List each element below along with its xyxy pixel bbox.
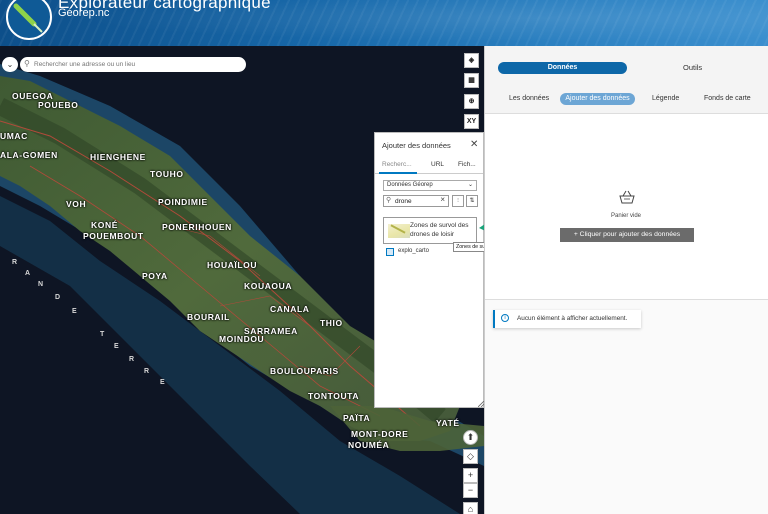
place-label: YATÉ [436,418,460,428]
add-data-content: Panier vide + Cliquer pour ajouter des d… [485,114,768,300]
zoom-out-button[interactable]: − [463,483,478,498]
add-data-tabs: Recherc... URL Fich... [375,159,483,174]
place-label: POUEBO [38,100,79,110]
place-label: CANALA [270,304,310,314]
home-icon[interactable]: ⌂ [463,502,478,514]
address-search-input[interactable] [34,58,239,71]
map-search: ⌄ ⚲ [2,57,246,72]
tab-ajouter-des-donnees[interactable]: Ajouter des données [560,93,635,105]
grande-terre-letter: R [144,368,150,375]
source-select[interactable]: Données Géorep ⌄ [383,180,477,191]
place-label: UMAC [0,131,28,141]
add-circle-icon[interactable]: ⊕ [464,94,479,109]
add-data-button[interactable]: + Cliquer pour ajouter des données [560,228,694,242]
panel-sub-tabs: Les données Ajouter des données Légende … [485,88,768,114]
result-thumbnail [388,224,410,238]
side-panel: Données Outils Les données Ajouter des d… [484,46,768,514]
search-icon: ⚲ [386,197,392,204]
result-item[interactable]: Zones de survol des drones de loisir [383,217,477,244]
place-label: ALA-GOMEN [0,150,58,160]
place-label: TONTOUTA [308,391,360,401]
compass-icon[interactable]: ⬆ [463,430,478,445]
result-name: Zones de survol des drones de loisir [410,222,469,238]
empty-notice: i Aucun élément à afficher actuellement. [493,310,641,328]
data-search-input[interactable] [395,197,435,206]
place-label: POUEMBOUT [83,231,144,241]
grande-terre-letter: E [72,308,77,315]
chevron-down-icon[interactable]: ⌄ [2,57,18,72]
tab-donnees[interactable]: Données [498,62,627,74]
logo-pen-icon [13,3,43,33]
basket-label: Panier vide [611,213,642,219]
empty-notice-text: Aucun élément à afficher actuellement. [517,315,628,322]
zoom-in-button[interactable]: + [463,468,478,483]
place-label: PONERIHOUEN [162,222,232,232]
active-tab-indicator [379,172,417,174]
tab-les-donnees[interactable]: Les données [509,95,549,102]
place-label: POINDIMIE [158,197,208,207]
map-item-icon [386,248,394,256]
tab-fonds-de-carte[interactable]: Fonds de carte [704,95,751,102]
place-label: BOULOUPARIS [270,366,339,376]
source-select-value: Données Géorep [387,182,433,188]
search-box: ⚲ [20,57,246,72]
app-subtitle: Géorep.nc [58,7,110,19]
panel-top-tabs: Données Outils [485,46,768,88]
place-label: POYA [142,271,168,281]
place-label: NOUMÉA [348,440,390,450]
grande-terre-letter: R [129,356,135,363]
place-label: THIO [320,318,343,328]
layer-list: i Aucun élément à afficher actuellement. [485,300,768,514]
add-data-title: Ajouter des données [382,141,451,150]
tab-recherche[interactable]: Recherc... [382,161,412,168]
place-label: HOUAÏLOU [207,260,258,270]
grande-terre-letter: D [55,294,61,301]
basket-icon [619,190,635,204]
search-icon: ⚲ [24,59,30,68]
place-label: MONT-DORE [351,429,409,439]
place-label: BOURAIL [187,312,230,322]
locate-icon[interactable]: ◇ [463,449,478,464]
xy-button[interactable]: XY [464,114,479,129]
clear-search-icon[interactable]: × [440,195,445,204]
tab-outils[interactable]: Outils [683,63,702,72]
grande-terre-letter: N [38,281,44,288]
tab-url[interactable]: URL [431,161,444,168]
sort-icon[interactable]: ⇅ [466,195,478,207]
place-label: MOINDOU [219,334,265,344]
add-data-panel: Ajouter des données ✕ Recherc... URL Fic… [374,132,484,408]
place-label: PAÏTA [343,413,371,423]
close-icon[interactable]: ✕ [470,139,478,150]
info-icon: i [501,314,509,322]
result-name: explo_carto [398,248,430,254]
layers-icon[interactable]: ◈ [464,53,479,68]
app-header: Explorateur cartographique Géorep.nc [0,0,768,46]
add-data-button-label: Cliquer pour ajouter des données [579,231,681,238]
data-search: ⚲ × [383,195,449,207]
grande-terre-letter: E [114,343,119,350]
georep-logo[interactable] [6,0,52,40]
place-label: HIENGHENE [90,152,146,162]
grande-terre-letter: E [160,379,165,386]
qr-code-icon[interactable]: ▦ [464,73,479,88]
place-label: KOUAOUA [244,281,293,291]
chevron-down-icon: ⌄ [467,182,473,188]
filter-icon[interactable]: ⫶ [452,195,464,207]
grande-terre-letter: R [12,259,18,266]
place-label: KONÉ [91,220,118,230]
grande-terre-letter: T [100,331,105,338]
place-label: VOH [66,199,87,209]
place-label: TOUHO [150,169,184,179]
tab-legende[interactable]: Légende [652,95,679,102]
tab-fichier[interactable]: Fich... [458,161,476,168]
grande-terre-letter: A [25,270,31,277]
